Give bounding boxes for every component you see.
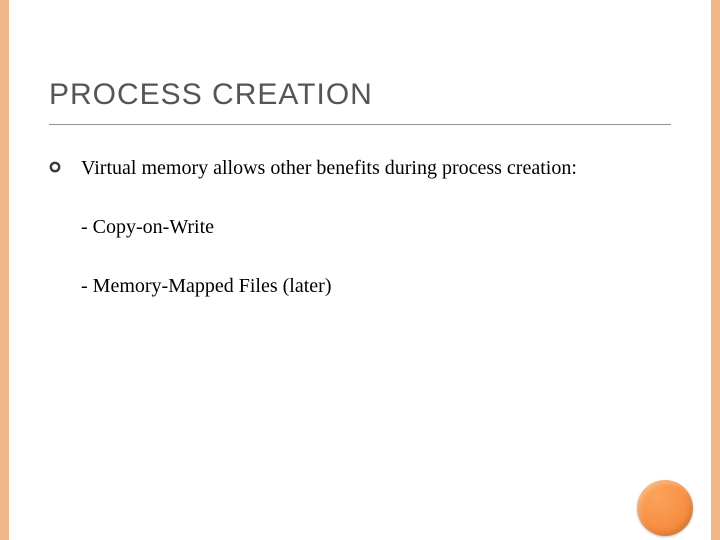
sub-point: - Copy-on-Write (49, 215, 669, 240)
slide: PROCESS CREATION Virtual memory allows o… (9, 0, 711, 540)
intro-text: Virtual memory allows other benefits dur… (81, 156, 577, 181)
sub-point: - Memory-Mapped Files (later) (49, 274, 669, 299)
accent-bar-left (0, 0, 9, 540)
decorative-sphere-icon (637, 480, 693, 536)
title-underline (49, 124, 671, 125)
ring-bullet-icon (49, 156, 81, 173)
accent-bar-right (711, 0, 720, 540)
slide-content: Virtual memory allows other benefits dur… (49, 156, 669, 333)
bullet-row: Virtual memory allows other benefits dur… (49, 156, 669, 181)
slide-title: PROCESS CREATION (49, 78, 373, 112)
